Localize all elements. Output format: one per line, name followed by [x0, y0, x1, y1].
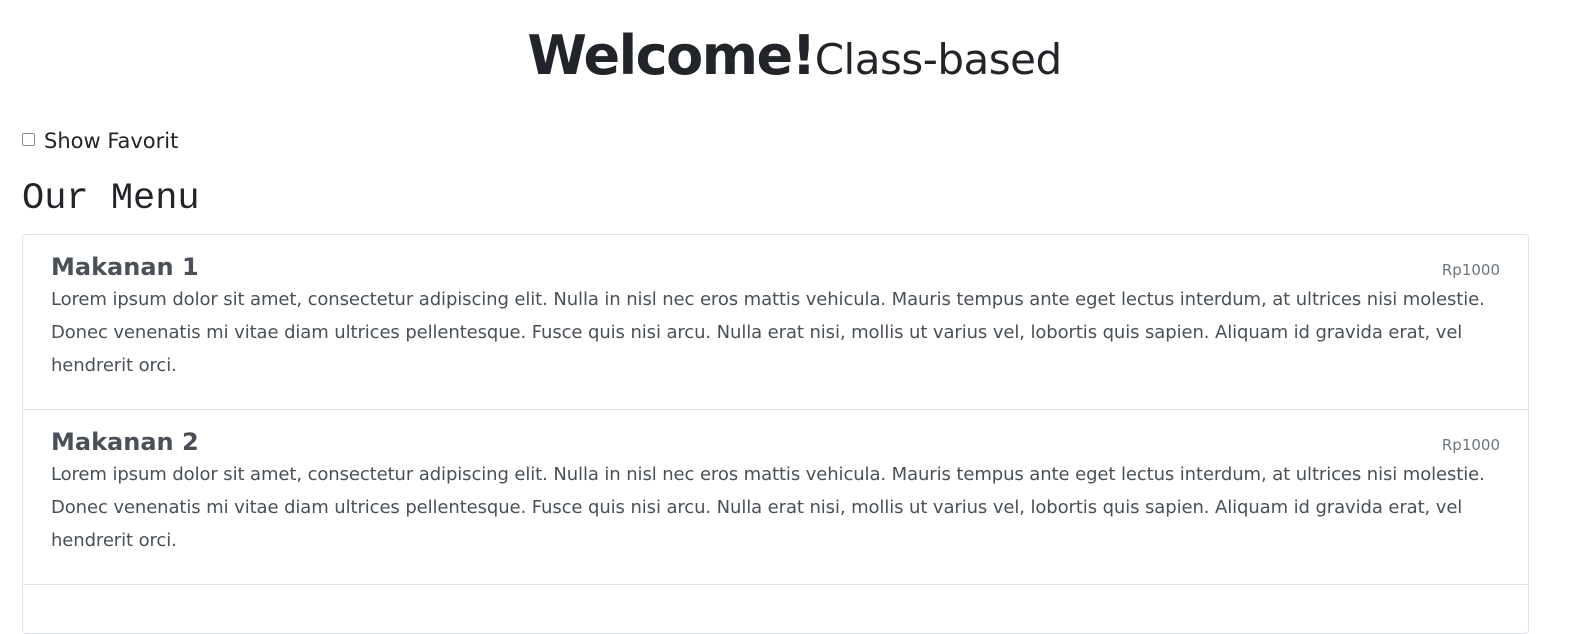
menu-item-name: Makanan 1 [51, 253, 199, 281]
menu-item-price: Rp1000 [1441, 436, 1500, 454]
menu-item-price: Rp1000 [1441, 261, 1500, 279]
menu-item[interactable]: Makanan 2 Rp1000 Lorem ipsum dolor sit a… [23, 410, 1528, 585]
show-favorit-checkbox[interactable] [22, 133, 35, 146]
menu-heading: Our Menu [22, 178, 200, 220]
menu-item-description: Lorem ipsum dolor sit amet, consectetur … [51, 289, 1485, 376]
show-favorit-label: Show Favorit [44, 129, 179, 153]
menu-item[interactable]: Makanan 1 Rp1000 Lorem ipsum dolor sit a… [23, 235, 1528, 410]
show-favorit-toggle[interactable]: Show Favorit [22, 127, 178, 155]
menu-item-description: Lorem ipsum dolor sit amet, consectetur … [51, 464, 1485, 551]
page-title: Welcome! [527, 24, 816, 87]
menu-list: Makanan 1 Rp1000 Lorem ipsum dolor sit a… [22, 234, 1529, 634]
menu-item-name: Makanan 2 [51, 428, 199, 456]
page-subtitle: Class-based [814, 35, 1062, 84]
page-header: Welcome!Class-based [0, 24, 1589, 87]
